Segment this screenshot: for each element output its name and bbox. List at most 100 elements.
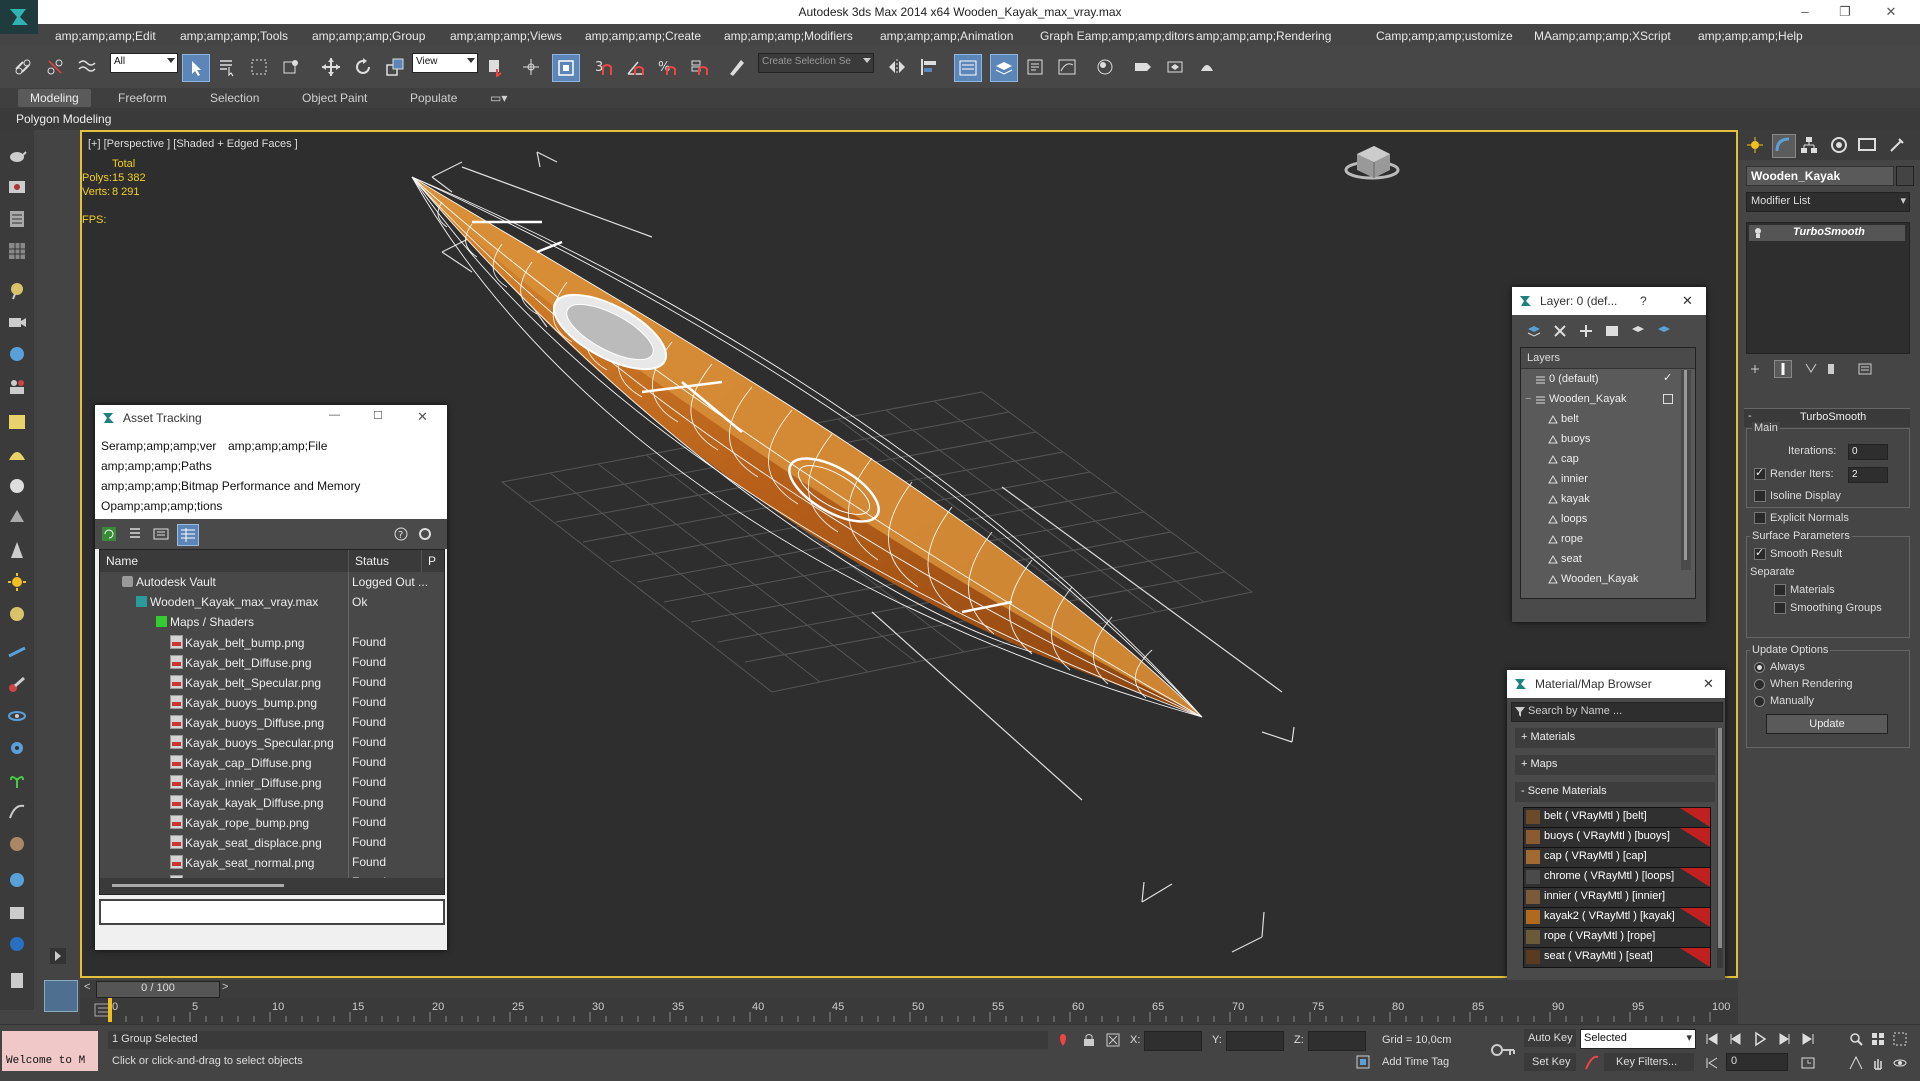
camera-icon[interactable] — [7, 312, 27, 332]
menu-server[interactable]: Seramp;amp;amp;ver — [101, 439, 216, 453]
stack-item-turbosmooth[interactable]: TurboSmooth — [1749, 225, 1905, 241]
tab-populate[interactable]: Populate — [410, 91, 457, 105]
unlink-icon[interactable] — [42, 54, 68, 80]
scene-material-item[interactable]: belt ( VRayMtl ) [belt] — [1523, 807, 1711, 828]
layer-item[interactable]: kayak — [1521, 490, 1681, 510]
select-object-icon[interactable] — [182, 54, 210, 82]
pivot-center-icon[interactable] — [482, 54, 508, 80]
separate-materials-checkbox[interactable] — [1774, 584, 1786, 596]
go-to-end-icon[interactable] — [1800, 1031, 1816, 1047]
cone-icon[interactable] — [7, 540, 27, 560]
pin-stack-icon[interactable] — [1748, 362, 1762, 376]
material-scrollbar[interactable] — [1717, 728, 1723, 968]
y-coordinate-field[interactable] — [1226, 1031, 1284, 1051]
add-icon[interactable] — [1578, 323, 1594, 339]
minimize-button[interactable]: – — [1790, 4, 1820, 19]
scene-material-item[interactable]: rope ( VRayMtl ) [rope] — [1523, 927, 1711, 948]
polygon-modeling-label[interactable]: Polygon Modeling — [16, 112, 111, 126]
time-slider-next[interactable]: > — [222, 981, 228, 993]
layer-item[interactable]: seat — [1521, 550, 1681, 570]
select-manipulate-icon[interactable] — [518, 54, 544, 80]
orbit-icon[interactable] — [1892, 1055, 1908, 1071]
menu-paths[interactable]: amp;amp;amp;Paths — [101, 459, 212, 473]
layer-visibility-icon[interactable] — [1663, 394, 1673, 404]
asset-row[interactable]: Kayak_seat_normal.png Found — [100, 852, 444, 872]
material-search-input[interactable]: Search by Name ... — [1511, 702, 1723, 722]
list-view-icon[interactable] — [127, 526, 143, 542]
asset-row[interactable]: Kayak_kayak_Diffuse.png Found — [100, 792, 444, 812]
tree-view-icon[interactable] — [153, 526, 169, 542]
maxscript-listener[interactable]: Welcome to M — [2, 1031, 98, 1071]
highlight-layer-icon[interactable] — [1630, 323, 1646, 339]
menu-bitmap-performance[interactable]: amp;amp;amp;Bitmap Performance and Memor… — [101, 479, 360, 493]
asset-row[interactable]: Kayak_seat_displace.png Found — [100, 832, 444, 852]
object-name-field[interactable]: Wooden_Kayak — [1746, 166, 1894, 186]
viewport-label[interactable]: [+] [Perspective ] [Shaded + Edged Faces… — [88, 138, 298, 150]
modifier-list-dropdown[interactable]: Modifier List ▾ — [1746, 192, 1910, 212]
asset-row[interactable]: Kayak_rope_bump.png Found — [100, 812, 444, 832]
isoline-display-checkbox[interactable] — [1754, 490, 1766, 502]
zoom-extents-icon[interactable] — [1892, 1031, 1908, 1047]
select-by-name-icon[interactable] — [214, 54, 240, 80]
menu-graph-editors[interactable]: Graph Eamp;amp;amp;ditors — [1040, 29, 1194, 43]
scene-material-item[interactable]: chrome ( VRayMtl ) [loops] — [1523, 867, 1711, 888]
track-bar[interactable]: 0 5 10 15 20 25 30 35 40 45 50 55 60 65 70 75 80 85 90 95 10… — [80, 998, 1738, 1024]
view-cube[interactable] — [1344, 146, 1400, 180]
motion-tab-icon[interactable] — [1830, 136, 1848, 154]
layer-item[interactable]: − Wooden_Kayak — [1521, 390, 1681, 410]
explicit-normals-checkbox[interactable] — [1754, 512, 1766, 524]
layer-explorer-icon[interactable] — [990, 54, 1018, 82]
update-when-rendering-radio[interactable] — [1754, 679, 1765, 690]
section-materials[interactable]: + Materials — [1515, 728, 1715, 748]
settings-icon[interactable] — [417, 526, 433, 542]
column-path[interactable]: P — [422, 550, 444, 572]
layer-item[interactable]: 0 (default) ✓ — [1521, 370, 1681, 390]
app-logo-icon[interactable] — [0, 0, 38, 34]
render-production-icon[interactable] — [1194, 54, 1220, 80]
table-view-icon[interactable] — [177, 524, 199, 546]
key-tangent-icon[interactable] — [1584, 1055, 1600, 1071]
angle-snap-icon[interactable] — [622, 54, 648, 80]
layer-item[interactable]: rope — [1521, 530, 1681, 550]
set-key-button[interactable]: Set Key — [1524, 1053, 1576, 1071]
column-name[interactable]: Name — [100, 550, 349, 572]
play-icon[interactable] — [1752, 1031, 1768, 1047]
update-always-radio[interactable] — [1754, 662, 1765, 673]
atom-icon[interactable] — [7, 706, 27, 726]
absolute-mode-icon[interactable] — [1106, 1033, 1120, 1047]
menu-customize[interactable]: Camp;amp;amp;ustomize — [1376, 29, 1513, 43]
remove-modifier-icon[interactable] — [1824, 362, 1838, 376]
filter-icon[interactable] — [1515, 707, 1525, 717]
maximize-button[interactable]: ☐ — [373, 409, 383, 422]
layer-item[interactable]: Wooden_Kayak — [1521, 570, 1681, 590]
keyboard-shortcut-override-icon[interactable] — [552, 54, 580, 82]
x-coordinate-field[interactable] — [1144, 1031, 1202, 1051]
time-tag-icon[interactable] — [1356, 1055, 1370, 1069]
menu-create[interactable]: amp;amp;amp;Create — [585, 29, 701, 43]
zoom-all-icon[interactable] — [1870, 1031, 1886, 1047]
tree-icon[interactable] — [7, 508, 27, 528]
asset-row[interactable]: Autodesk Vault Logged Out ... — [100, 572, 444, 592]
asset-tracking-titlebar[interactable]: Asset Tracking — ☐ ✕ — [95, 405, 447, 432]
time-slider-prev[interactable]: < — [84, 981, 90, 993]
asset-row[interactable]: Kayak_cap_Diffuse.png Found — [100, 752, 444, 772]
isolate-selection-icon[interactable] — [1056, 1033, 1070, 1047]
teapot-icon[interactable] — [7, 145, 27, 165]
add-time-tag-label[interactable]: Add Time Tag — [1382, 1056, 1449, 1068]
ball-icon[interactable] — [7, 604, 27, 624]
rendered-frame-window-icon[interactable] — [1162, 54, 1188, 80]
update-manually-radio[interactable] — [1754, 696, 1765, 707]
gear-icon[interactable] — [7, 738, 27, 758]
maximize-button[interactable]: ❐ — [1830, 4, 1860, 20]
layer-item[interactable]: loops — [1521, 510, 1681, 530]
tab-object-paint[interactable]: Object Paint — [302, 91, 367, 105]
move-icon[interactable] — [318, 54, 344, 80]
help-button[interactable]: ? — [1640, 294, 1647, 308]
percent-snap-icon[interactable]: % — [654, 54, 680, 80]
next-frame-icon[interactable] — [1776, 1031, 1792, 1047]
named-selection-set-input[interactable]: Create Selection Se — [758, 53, 874, 73]
close-button[interactable]: ✕ — [1682, 293, 1693, 309]
time-slider[interactable]: < 0 / 100 > — [80, 980, 1738, 998]
menu-file[interactable]: amp;amp;amp;File — [228, 439, 327, 453]
scene-material-item[interactable]: kayak2 ( VRayMtl ) [kayak] — [1523, 907, 1711, 928]
